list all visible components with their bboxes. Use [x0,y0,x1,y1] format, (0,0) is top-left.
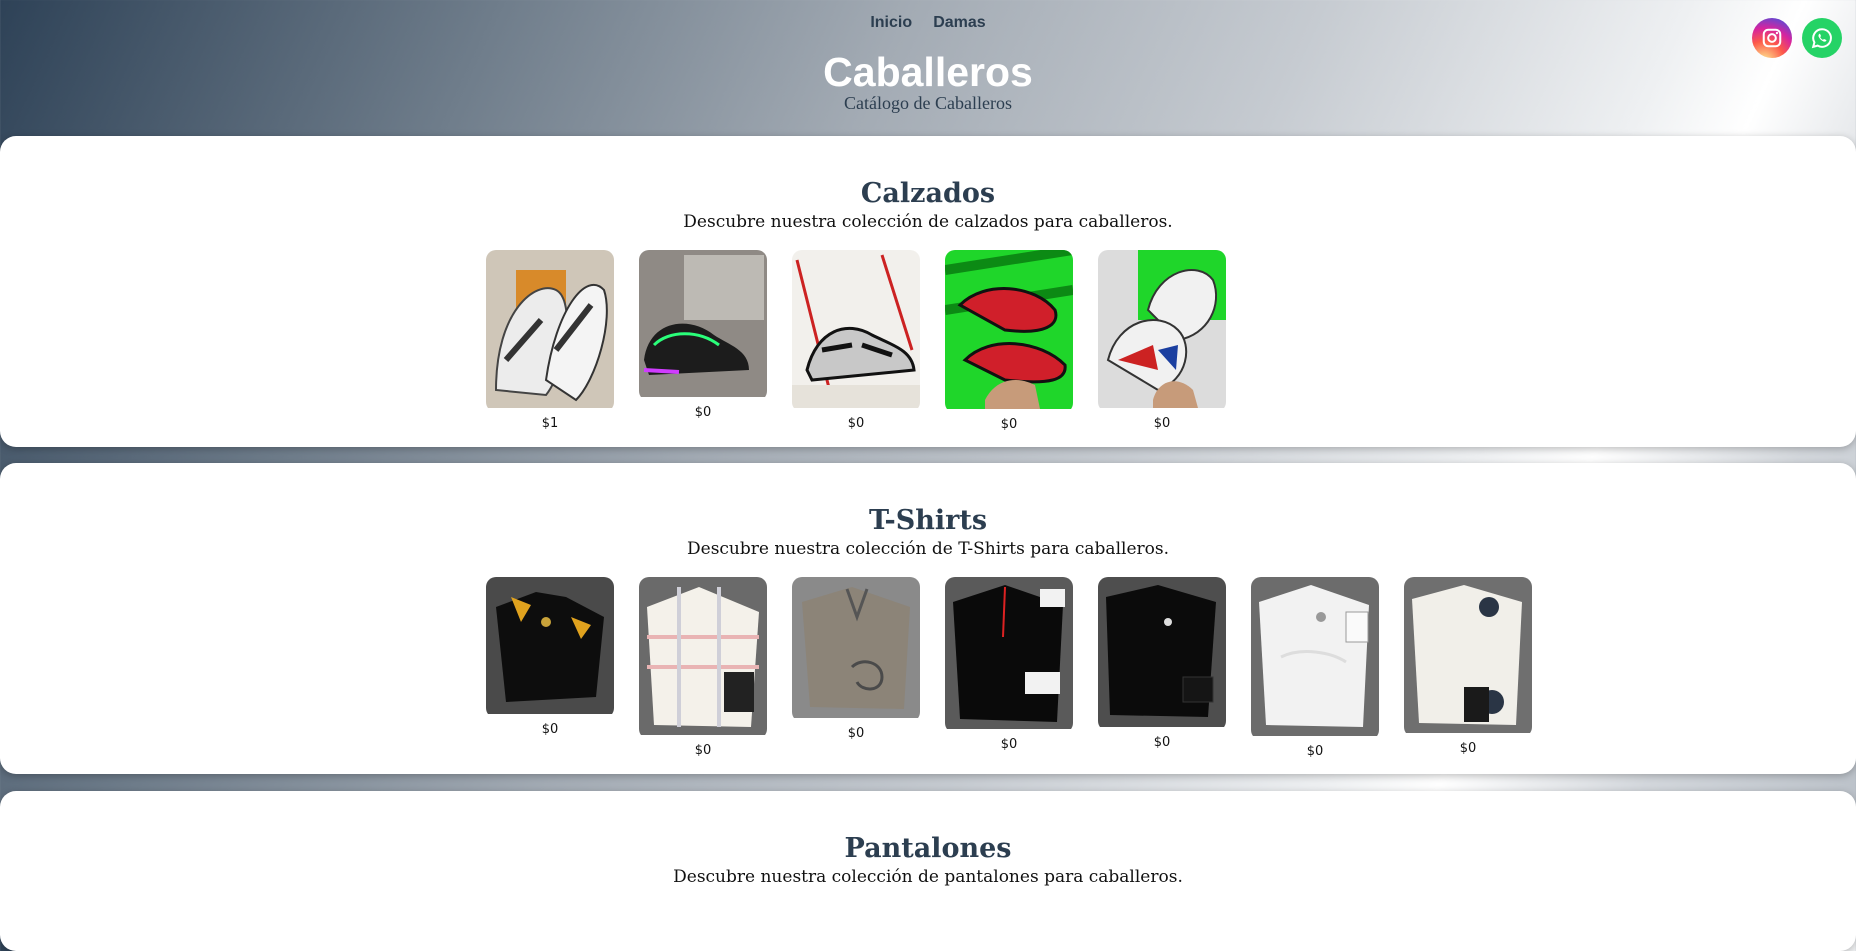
page-title: Caballeros [823,49,1033,95]
product-image[interactable] [1251,577,1379,740]
section-title: Pantalones [844,833,1012,864]
section-description: Descubre nuestra colección de calzados p… [683,212,1173,232]
product-card[interactable]: $0 [1098,250,1226,431]
product-card[interactable]: $0 [945,250,1073,432]
product-price: $0 [541,722,559,737]
instagram-icon [1762,28,1782,48]
product-card[interactable]: $0 [792,250,920,431]
product-price: $0 [1000,417,1018,432]
product-card[interactable]: $0 [945,577,1073,752]
section-description: Descubre nuestra colección de pantalones… [673,867,1183,887]
product-image[interactable] [945,250,1073,413]
nav-link-inicio[interactable]: Inicio [870,14,912,32]
product-grid: $1 $0 $0 $0 $0 [486,250,1226,432]
product-card[interactable]: $0 [639,577,767,758]
section-title: Calzados [860,178,996,209]
product-image[interactable] [1404,577,1532,737]
product-image[interactable] [486,250,614,412]
product-price: $0 [694,743,712,758]
nav-link-damas[interactable]: Damas [933,14,985,32]
product-card[interactable]: $0 [1404,577,1532,756]
product-price: $0 [1000,737,1018,752]
product-image[interactable] [486,577,614,718]
product-price: $0 [847,416,865,431]
section-t-shirts: T-Shirts Descubre nuestra colección de T… [0,463,1856,774]
product-card[interactable]: $0 [486,577,614,737]
page-subtitle: Catálogo de Caballeros [844,93,1012,113]
product-image[interactable] [639,250,767,401]
product-image[interactable] [1098,577,1226,731]
product-grid: $0 $0 $0 $0 $0 $0 $0 [486,577,1532,759]
product-price: $1 [541,416,559,431]
product-price: $0 [1459,741,1477,756]
product-price: $0 [1306,744,1324,759]
product-image[interactable] [639,577,767,739]
product-price: $0 [1153,735,1171,750]
product-image[interactable] [945,577,1073,733]
section-pantalones: Pantalones Descubre nuestra colección de… [0,791,1856,951]
product-card[interactable]: $0 [792,577,920,741]
product-price: $0 [1153,416,1171,431]
section-title: T-Shirts [868,505,988,536]
product-card[interactable]: $0 [639,250,767,420]
product-card[interactable]: $1 [486,250,614,431]
product-image[interactable] [1098,250,1226,412]
product-card[interactable]: $0 [1251,577,1379,759]
product-price: $0 [694,405,712,420]
product-image[interactable] [792,577,920,722]
product-image[interactable] [792,250,920,412]
section-description: Descubre nuestra colección de T-Shirts p… [687,539,1169,559]
product-card[interactable]: $0 [1098,577,1226,750]
whatsapp-icon [1811,28,1832,49]
product-price: $0 [847,726,865,741]
section-calzados: Calzados Descubre nuestra colección de c… [0,136,1856,447]
top-nav: Inicio Damas [0,12,1856,32]
